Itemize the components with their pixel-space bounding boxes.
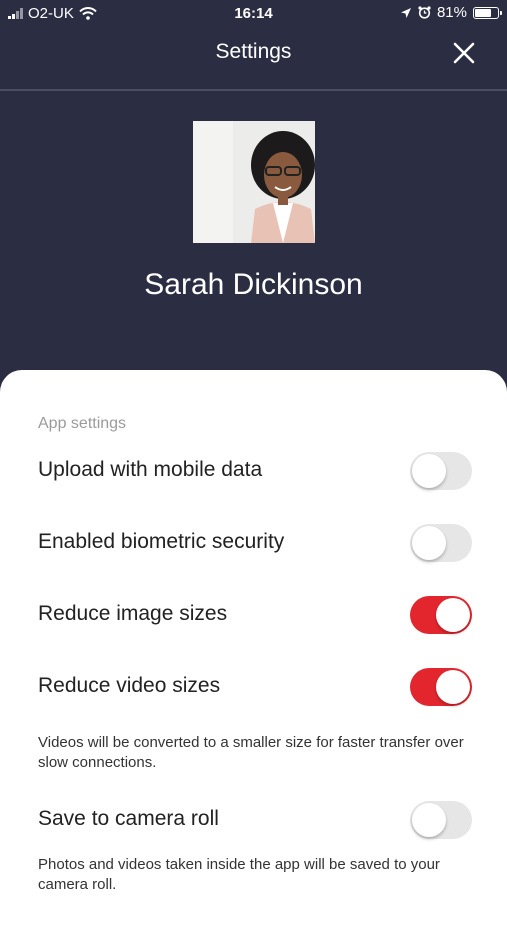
close-button[interactable]	[451, 40, 477, 66]
battery-icon	[473, 6, 502, 19]
toggle-knob	[412, 803, 446, 837]
helper-text-video-sizes: Videos will be converted to a smaller si…	[38, 734, 464, 771]
setting-label: Reduce video sizes	[38, 674, 221, 697]
setting-label: Enabled biometric security	[38, 530, 285, 553]
settings-sheet: App settings Upload with mobile data Ena…	[0, 370, 507, 930]
close-icon	[453, 42, 475, 64]
battery-percent: 81%	[436, 4, 467, 21]
profile-name: Sarah Dickinson	[144, 268, 363, 301]
avatar[interactable]	[193, 121, 315, 243]
toggle-upload-mobile-data[interactable]	[410, 452, 472, 490]
setting-row-upload-mobile-data: Upload with mobile data	[0, 446, 507, 496]
toggle-save-camera-roll[interactable]	[410, 801, 472, 839]
toggle-reduce-image-sizes[interactable]	[410, 596, 472, 634]
setting-row-save-camera-roll: Save to camera roll	[0, 795, 507, 845]
page-title: Settings	[215, 40, 292, 63]
profile-photo	[193, 121, 315, 243]
alarm-icon	[418, 6, 431, 19]
location-arrow-icon	[400, 7, 411, 18]
status-bar: O2-UK 16:14 81%	[0, 0, 507, 30]
setting-label: Reduce image sizes	[38, 602, 228, 625]
toggle-knob	[436, 598, 470, 632]
toggle-biometric-security[interactable]	[410, 524, 472, 562]
nav-header: Settings	[0, 30, 507, 91]
status-right: 81%	[400, 4, 502, 21]
setting-row-reduce-image-sizes: Reduce image sizes	[0, 590, 507, 640]
setting-label: Upload with mobile data	[38, 458, 263, 481]
helper-text-camera-roll: Photos and videos taken inside the app w…	[38, 856, 440, 893]
setting-row-reduce-video-sizes: Reduce video sizes	[0, 662, 507, 712]
setting-row-biometric-security: Enabled biometric security	[0, 518, 507, 568]
toggle-knob	[412, 526, 446, 560]
toggle-knob	[412, 454, 446, 488]
toggle-knob	[436, 670, 470, 704]
toggle-reduce-video-sizes[interactable]	[410, 668, 472, 706]
section-label-app-settings: App settings	[38, 415, 127, 432]
battery-fill	[475, 8, 492, 17]
setting-label: Save to camera roll	[38, 807, 219, 830]
